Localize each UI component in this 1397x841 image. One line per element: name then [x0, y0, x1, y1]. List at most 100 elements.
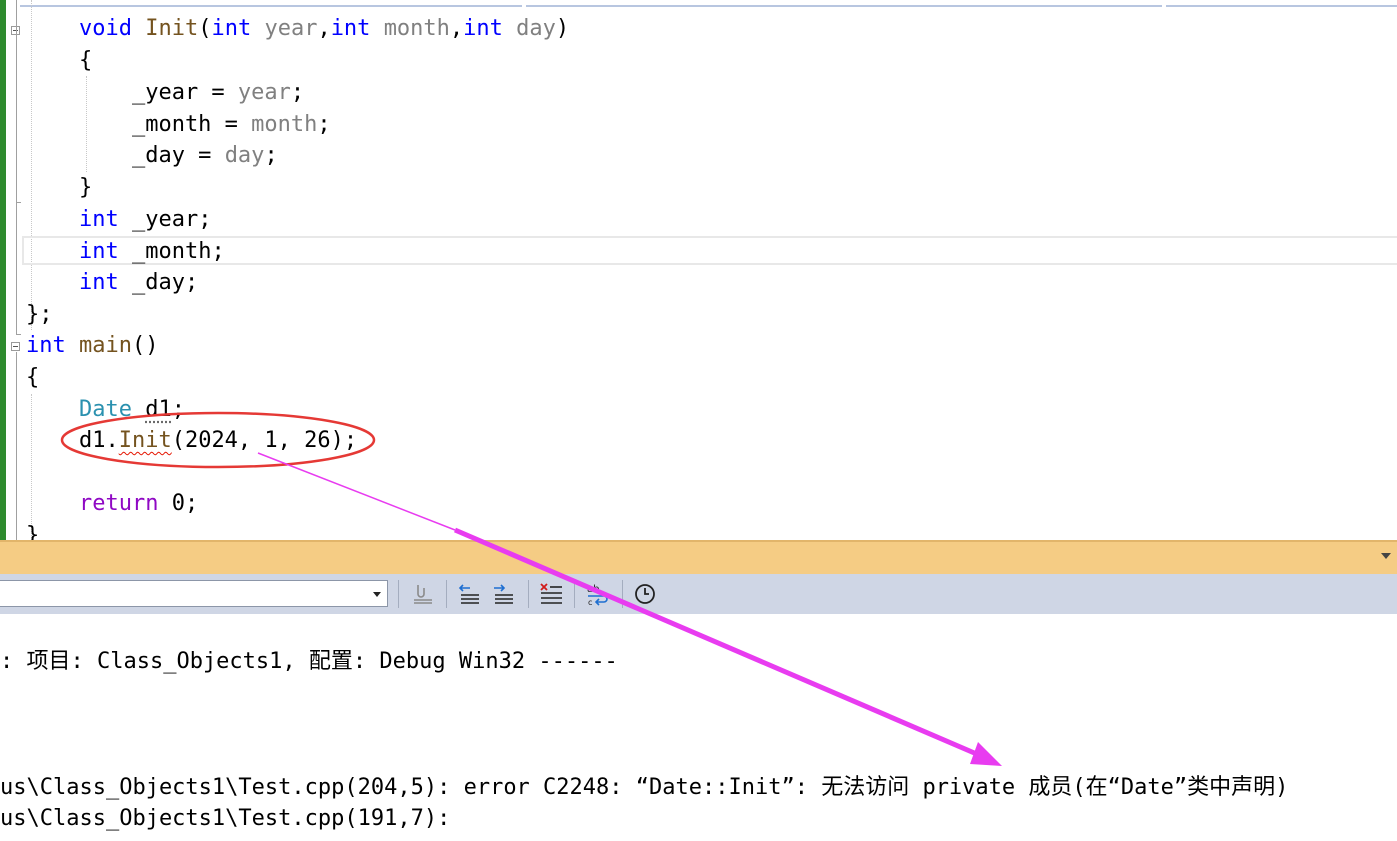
code-token: int	[330, 16, 371, 41]
code-token: return	[78, 491, 159, 516]
toolbar-separator	[622, 580, 623, 608]
next-message-icon	[494, 584, 513, 604]
toolbar-separator	[574, 580, 575, 608]
previous-message-icon	[458, 584, 479, 604]
code-token: ,	[317, 16, 331, 41]
code-token: _month;	[118, 239, 225, 264]
code-token: Date	[78, 397, 132, 422]
outline-line-class	[16, 0, 17, 335]
code-token: 0;	[158, 491, 199, 516]
document-tab-strip	[0, 0, 1397, 7]
code-token: day	[224, 143, 265, 168]
code-line: };	[26, 299, 53, 330]
previous-message-button[interactable]	[456, 581, 482, 607]
code-token: Init	[118, 428, 172, 453]
code-token: int	[463, 16, 503, 41]
outline-line-main	[16, 352, 17, 540]
code-token: int	[78, 239, 119, 264]
code-token: year	[264, 16, 318, 41]
code-token: Init	[145, 16, 199, 41]
code-token: (2024, 1, 26);	[171, 428, 358, 453]
code-line: int _day;	[26, 267, 198, 298]
code-token: (	[198, 16, 212, 41]
code-token: _day =	[26, 143, 225, 168]
code-token: main	[79, 333, 132, 358]
code-token: void	[78, 16, 132, 41]
chevron-down-icon	[373, 592, 381, 597]
code-line: d1.Init(2024, 1, 26);	[26, 425, 357, 456]
code-line: int main()	[26, 330, 158, 361]
output-toolbar: ab c	[0, 574, 1397, 614]
code-token: month	[383, 16, 450, 41]
toolbar-separator	[528, 580, 529, 608]
code-token: ()	[131, 333, 159, 358]
code-token: _year =	[26, 80, 238, 105]
find-message-icon	[414, 585, 432, 604]
code-line: {	[26, 362, 39, 393]
clear-all-icon	[540, 583, 562, 604]
toggle-word-wrap-icon: ab c	[587, 584, 608, 607]
code-token: int	[211, 16, 252, 41]
code-token: )	[555, 16, 570, 41]
code-token: d1	[145, 397, 172, 422]
code-line: }	[26, 172, 92, 203]
code-line: Date d1;	[26, 394, 185, 425]
code-token: ,	[449, 16, 464, 41]
current-line-highlight	[22, 236, 1397, 265]
code-line: int _month;	[26, 236, 225, 267]
timestamp-icon	[635, 584, 655, 604]
code-line: {	[26, 45, 92, 76]
timestamp-button[interactable]	[632, 581, 658, 607]
code-token: ;	[171, 397, 185, 422]
code-token: ;	[290, 80, 305, 105]
output-text-area[interactable]: : 项目: Class_Objects1, 配置: Debug Win32 --…	[0, 614, 1397, 841]
clear-all-button[interactable]	[538, 581, 564, 607]
code-token: day	[516, 16, 556, 41]
code-line: _year = year;	[26, 77, 304, 108]
code-token: ;	[317, 112, 331, 137]
output-line-build-header: : 项目: Class_Objects1, 配置: Debug Win32 --…	[0, 649, 618, 674]
code-token: ;	[264, 143, 278, 168]
code-token: int	[78, 270, 119, 295]
output-source-select[interactable]	[0, 580, 388, 607]
panel-options-icon[interactable]	[1381, 553, 1391, 559]
code-token: {	[26, 365, 40, 390]
toolbar-separator	[398, 580, 399, 608]
code-line: return 0;	[26, 488, 198, 519]
code-token: {	[26, 48, 93, 73]
code-editor[interactable]: void Init(int year,int month,int day) { …	[0, 0, 1397, 540]
code-token: d1.	[26, 428, 119, 453]
code-line: }	[26, 520, 39, 540]
output-panel-title-bar	[0, 540, 1397, 574]
output-line-declaration: us\Class_Objects1\Test.cpp(191,7):	[0, 806, 451, 831]
code-token: };	[26, 302, 53, 327]
output-line-error: us\Class_Objects1\Test.cpp(204,5): error…	[0, 775, 1289, 800]
code-token: }	[26, 175, 93, 200]
toggle-word-wrap-button[interactable]: ab c	[584, 581, 610, 607]
code-token: _month =	[26, 112, 252, 137]
code-token: month	[251, 112, 318, 137]
next-message-button[interactable]	[490, 581, 516, 607]
code-line: _day = day;	[26, 140, 278, 171]
code-token: _day;	[118, 270, 199, 295]
find-message-button[interactable]	[410, 581, 436, 607]
code-token: int	[26, 333, 66, 358]
code-token: year	[237, 80, 291, 105]
outline-end-class	[16, 334, 21, 335]
collapse-toggle-main[interactable]	[11, 342, 20, 351]
toolbar-separator	[446, 580, 447, 608]
code-token: _year;	[118, 207, 212, 232]
code-line: int _year;	[26, 204, 211, 235]
svg-text:c: c	[588, 598, 592, 607]
svg-text:ab: ab	[587, 584, 599, 595]
outline-gutter	[6, 0, 20, 540]
